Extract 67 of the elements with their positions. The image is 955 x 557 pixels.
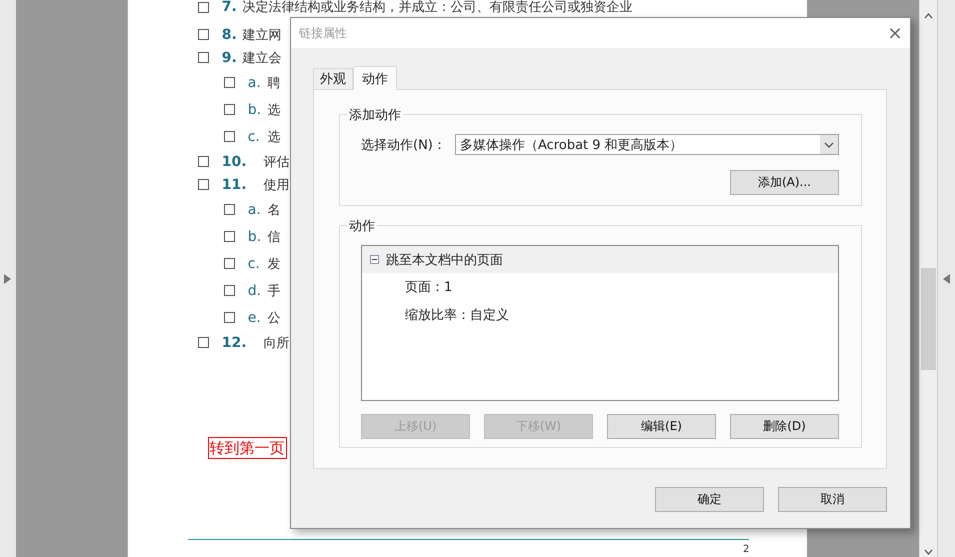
item-number: 11.	[222, 176, 248, 192]
item-text: 发	[268, 256, 281, 272]
checkbox[interactable]	[198, 337, 209, 348]
item-letter: c.	[248, 128, 261, 144]
item-letter: b.	[248, 228, 262, 244]
dialog-title: 链接属性	[299, 24, 347, 42]
collapse-icon[interactable]	[370, 255, 379, 264]
scroll-up-icon[interactable]	[924, 13, 934, 19]
item-text: 公	[268, 310, 281, 326]
item-letter: e.	[248, 310, 262, 326]
item-letter: a.	[248, 74, 262, 90]
checkbox[interactable]	[224, 231, 235, 242]
go-to-first-page-link[interactable]: 转到第一页	[208, 437, 287, 459]
checkbox[interactable]	[198, 179, 209, 190]
tree-node[interactable]: 跳至本文档中的页面	[362, 246, 838, 273]
action-dropdown[interactable]: 多媒体操作（Acrobat 9 和更高版本）	[455, 134, 839, 155]
checkbox[interactable]	[224, 258, 235, 269]
checkbox[interactable]	[198, 29, 209, 40]
item-text: 决定法律结构或业务结构，并成立：公司、有限责任公司或独资企业	[242, 0, 633, 15]
item-letter: d.	[248, 282, 262, 298]
item-text: 手	[268, 282, 281, 300]
group-label: 添加动作	[347, 106, 403, 124]
dialog-button[interactable]: 确定	[655, 487, 764, 512]
item-number: 7.	[222, 0, 238, 15]
checkbox[interactable]	[224, 104, 235, 115]
checkbox[interactable]	[224, 77, 235, 88]
item-number: 9.	[222, 50, 238, 66]
tab[interactable]: 外观	[313, 68, 353, 89]
checkbox[interactable]	[198, 156, 209, 167]
item-letter: a.	[248, 202, 262, 218]
item-number: 8.	[222, 26, 238, 42]
checkbox[interactable]	[224, 131, 235, 142]
tree-item[interactable]: 页面：1	[362, 273, 838, 301]
checkbox[interactable]	[198, 2, 209, 13]
field-label: 选择动作(N)：	[361, 136, 447, 154]
item-number: 12.	[222, 334, 248, 350]
scrollbar-thumb[interactable]	[921, 268, 936, 370]
tab[interactable]: 动作	[353, 66, 397, 90]
add-button[interactable]: 添加(A)...	[730, 170, 839, 195]
checkbox[interactable]	[224, 312, 235, 323]
group-label: 动作	[347, 217, 377, 235]
item-text: 建立网	[242, 26, 282, 44]
checkbox[interactable]	[198, 52, 209, 63]
item-letter: b.	[248, 102, 262, 118]
item-text: 建立会	[242, 50, 282, 66]
checkbox[interactable]	[224, 285, 235, 296]
checkbox[interactable]	[224, 204, 235, 215]
expand-panel-icon[interactable]	[4, 274, 12, 284]
collapse-panel-icon[interactable]	[943, 274, 950, 284]
page-number: 2	[742, 543, 750, 555]
item-text: 聘	[268, 74, 281, 92]
scroll-down-icon[interactable]	[924, 549, 934, 555]
item-text: 向所	[264, 334, 290, 352]
item-text: 使用	[264, 176, 290, 194]
item-text: 选	[268, 128, 281, 146]
item-text: 选	[268, 102, 281, 118]
action-button[interactable]: 删除(D)	[730, 414, 839, 439]
caret-icon	[824, 142, 834, 148]
item-number: 10.	[222, 154, 248, 170]
tree-item[interactable]: 缩放比率：自定义	[362, 301, 838, 329]
item-text: 评估	[264, 154, 290, 170]
close-button[interactable]: ×	[880, 19, 910, 47]
dialog-button[interactable]: 取消	[778, 487, 887, 512]
item-letter: c.	[248, 256, 261, 272]
item-text: 信	[268, 228, 281, 246]
action-button[interactable]: 编辑(E)	[607, 414, 716, 439]
item-text: 名	[268, 202, 281, 218]
